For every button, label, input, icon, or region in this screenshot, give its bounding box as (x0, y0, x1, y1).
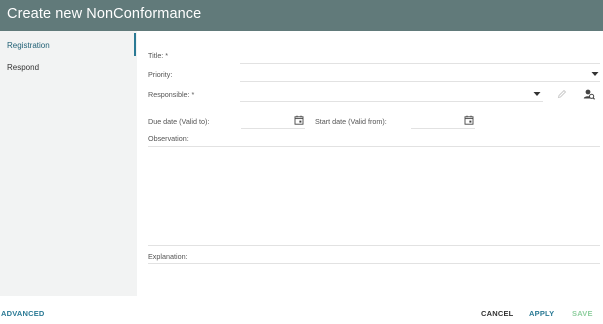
explanation-textarea[interactable] (148, 249, 600, 263)
chevron-down-icon[interactable] (591, 71, 599, 77)
save-button[interactable]: SAVE (572, 309, 593, 318)
observation-underline (148, 146, 600, 147)
priority-label: Priority: (148, 70, 173, 79)
cancel-button[interactable]: CANCEL (481, 309, 513, 318)
responsible-select[interactable] (240, 88, 543, 102)
responsible-label: Responsible: * (148, 90, 195, 99)
title-underline (240, 63, 600, 64)
observation-bottom-border (148, 245, 600, 246)
sidebar: Registration Respond (0, 31, 137, 296)
dialog-header: Create new NonConformance (0, 0, 603, 31)
title-input[interactable] (240, 49, 600, 63)
calendar-icon[interactable] (464, 115, 474, 125)
due-date-label: Due date (Valid to): (148, 117, 210, 126)
explanation-underline (148, 263, 600, 264)
observation-textarea[interactable] (148, 148, 600, 244)
priority-underline (240, 81, 600, 82)
priority-select[interactable] (240, 67, 600, 81)
advanced-button[interactable]: ADVANCED (1, 309, 45, 318)
observation-label: Observation: (148, 134, 189, 143)
dialog-title: Create new NonConformance (7, 6, 202, 22)
apply-button[interactable]: APPLY (529, 309, 554, 318)
title-label: Title: * (148, 51, 169, 60)
calendar-icon[interactable] (294, 115, 304, 125)
sidebar-item-registration[interactable]: Registration (7, 41, 50, 50)
user-search-icon[interactable] (583, 88, 595, 100)
chevron-down-icon[interactable] (533, 91, 541, 97)
responsible-underline (240, 101, 543, 102)
start-date-underline (411, 128, 475, 129)
pencil-icon[interactable] (557, 89, 567, 99)
due-date-underline (241, 128, 305, 129)
active-tab-indicator (134, 33, 136, 56)
start-date-label: Start date (Valid from): (315, 117, 387, 126)
sidebar-item-respond[interactable]: Respond (7, 63, 39, 72)
dialog: Create new NonConformance Registration R… (0, 0, 603, 324)
